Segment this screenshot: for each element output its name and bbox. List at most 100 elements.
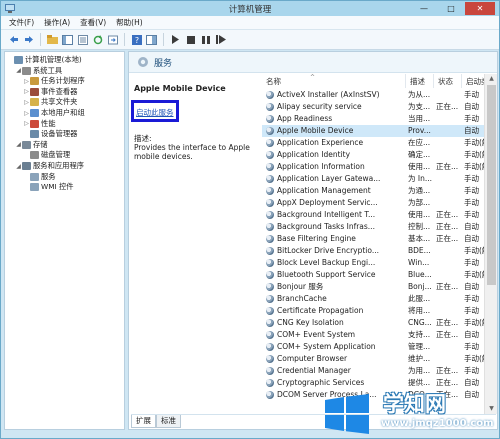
tree-item[interactable]: ▷ 本地用户和组: [23, 108, 85, 118]
service-status: [436, 197, 462, 209]
service-row[interactable]: ActiveX Installer (AxInstSV) 为从... 手动: [262, 89, 497, 101]
service-gear-icon: [266, 187, 274, 195]
tree-expander-icon[interactable]: ▷: [23, 110, 30, 117]
help-icon[interactable]: ?: [130, 33, 143, 46]
service-row[interactable]: COM+ Event System 支持... 正在... 自动: [262, 329, 497, 341]
vertical-scrollbar[interactable]: ▲ ▼: [484, 74, 497, 414]
play-icon[interactable]: [169, 33, 182, 46]
tree-item[interactable]: 设备管理器: [23, 129, 77, 139]
tree-item[interactable]: ▷ 性能: [23, 119, 56, 129]
tree-node-icon: [14, 56, 23, 64]
properties-icon[interactable]: [76, 33, 89, 46]
column-header-name[interactable]: 名称 ^: [262, 74, 406, 88]
service-row[interactable]: Application Experience在应...手动(触发...: [262, 137, 497, 149]
tree-item[interactable]: ◢ 存储: [15, 140, 48, 150]
service-row[interactable]: AppX Deployment Servic... 为部... 手动: [262, 197, 497, 209]
tree-item[interactable]: 服务: [23, 172, 56, 182]
pause-icon[interactable]: [199, 33, 212, 46]
column-header-status-label: 状态: [438, 76, 453, 86]
scroll-up-icon[interactable]: ▲: [485, 74, 498, 84]
service-row[interactable]: Application Identity确定...手动(触发...: [262, 149, 497, 161]
service-status: 正在...: [436, 318, 459, 327]
tree-expander-icon[interactable]: ▷: [23, 120, 30, 127]
service-gear-icon: [266, 271, 274, 279]
show-hide-icon[interactable]: [145, 33, 158, 46]
restart-icon[interactable]: [214, 33, 227, 46]
tree-item[interactable]: ▷ 任务计划程序: [23, 76, 85, 86]
back-icon[interactable]: [7, 33, 20, 46]
service-row[interactable]: Bluetooth Support ServiceBlue...手动(触发...: [262, 269, 497, 281]
tree-expander-icon[interactable]: ◢: [15, 163, 22, 170]
service-description: 使用...: [408, 162, 431, 171]
service-gear-icon: [266, 127, 274, 135]
service-row[interactable]: Background Intelligent T... 使用... 正在... 手动: [262, 209, 497, 221]
tab-extended[interactable]: 扩展: [131, 415, 156, 428]
start-service-link-text[interactable]: 启动此服务: [136, 108, 174, 117]
tree-expander-icon[interactable]: ▷: [23, 78, 30, 85]
service-row[interactable]: Credential Manager 为用... 正在... 手动: [262, 365, 497, 377]
tab-standard[interactable]: 标准: [156, 415, 181, 428]
tree-item[interactable]: WMI 控件: [23, 182, 74, 192]
up-folder-icon[interactable]: [46, 33, 59, 46]
service-name: Alipay security service: [277, 102, 362, 111]
tree-item[interactable]: ▷ 事件查看器: [23, 87, 77, 97]
service-row[interactable]: Apple Mobile Device Prov... 自动: [262, 125, 497, 137]
scrollbar-thumb[interactable]: [487, 85, 496, 285]
service-row[interactable]: Application Management 为通... 手动: [262, 185, 497, 197]
service-description: 当用...: [408, 114, 431, 123]
maximize-button[interactable]: □: [438, 2, 464, 15]
tree-expander-icon[interactable]: ▷: [23, 99, 30, 106]
service-row[interactable]: Certificate Propagation 将用... 手动: [262, 305, 497, 317]
menu-action[interactable]: 操作(A): [44, 17, 70, 28]
tree-node-icon: [30, 183, 39, 192]
close-button[interactable]: ✕: [465, 2, 495, 15]
service-status: [436, 353, 462, 365]
start-service-link[interactable]: 启动此服务: [131, 100, 179, 122]
service-row[interactable]: Background Tasks Infras... 控制... 正在... 自动: [262, 221, 497, 233]
service-row[interactable]: Base Filtering Engine 基本... 正在... 自动: [262, 233, 497, 245]
tree-item[interactable]: 计算机管理(本地): [7, 55, 82, 65]
tree-item[interactable]: ◢ 系统工具: [15, 66, 62, 76]
service-row[interactable]: BitLocker Drive Encryptio...BDE...手动(触发.…: [262, 245, 497, 257]
service-row[interactable]: Computer Browser维护...手动(触发...: [262, 353, 497, 365]
service-description: 为从...: [408, 90, 431, 99]
service-description: 维护...: [408, 354, 431, 363]
service-row[interactable]: Application Layer Gatewa... 为 In... 手动: [262, 173, 497, 185]
service-row[interactable]: Bonjour 服务 Bonj... 正在... 自动: [262, 281, 497, 293]
menu-bar: 文件(F) 操作(A) 查看(V) 帮助(H): [1, 16, 499, 30]
service-status: [436, 257, 462, 269]
service-row[interactable]: CNG Key IsolationCNG...正在...手动(触发...: [262, 317, 497, 329]
service-gear-icon: [266, 91, 274, 99]
service-gear-icon: [266, 211, 274, 219]
computer-management-window: 计算机管理 — □ ✕ 文件(F) 操作(A) 查看(V) 帮助(H) ? 计算…: [0, 0, 500, 439]
watermark-brand: 学知网: [383, 392, 446, 416]
tree-item[interactable]: ▷ 共享文件夹: [23, 97, 77, 107]
menu-file[interactable]: 文件(F): [9, 17, 34, 28]
refresh-icon[interactable]: [91, 33, 104, 46]
service-row[interactable]: Block Level Backup Engi... Win... 手动: [262, 257, 497, 269]
service-row[interactable]: Alipay security service 为支... 正在... 自动: [262, 101, 497, 113]
tree-expander-icon[interactable]: ◢: [15, 67, 22, 74]
console-tree-icon[interactable]: [61, 33, 74, 46]
column-header-description[interactable]: 描述: [406, 74, 434, 88]
tree-expander-icon[interactable]: ◢: [15, 141, 22, 148]
tree-item[interactable]: ◢ 服务和应用程序: [15, 161, 84, 171]
minimize-button[interactable]: —: [411, 2, 437, 15]
service-row[interactable]: Application Information使用...正在...手动(触发..…: [262, 161, 497, 173]
service-description: 基本...: [408, 234, 431, 243]
tree-item-label: 本地用户和组: [41, 108, 85, 117]
export-icon[interactable]: [106, 33, 119, 46]
service-status: [436, 269, 462, 281]
column-header-status[interactable]: 状态: [434, 74, 462, 88]
stop-icon[interactable]: [184, 33, 197, 46]
service-row[interactable]: App Readiness 当用... 手动: [262, 113, 497, 125]
service-row[interactable]: COM+ System Application 管理... 手动: [262, 341, 497, 353]
tree-expander-icon[interactable]: ▷: [23, 88, 30, 95]
service-row[interactable]: BranchCache 此服... 手动: [262, 293, 497, 305]
forward-icon[interactable]: [22, 33, 35, 46]
menu-help[interactable]: 帮助(H): [116, 17, 143, 28]
service-status: [436, 305, 462, 317]
tree-item[interactable]: 磁盘管理: [23, 150, 70, 160]
menu-view[interactable]: 查看(V): [80, 17, 106, 28]
service-description: CNG...: [408, 318, 432, 327]
